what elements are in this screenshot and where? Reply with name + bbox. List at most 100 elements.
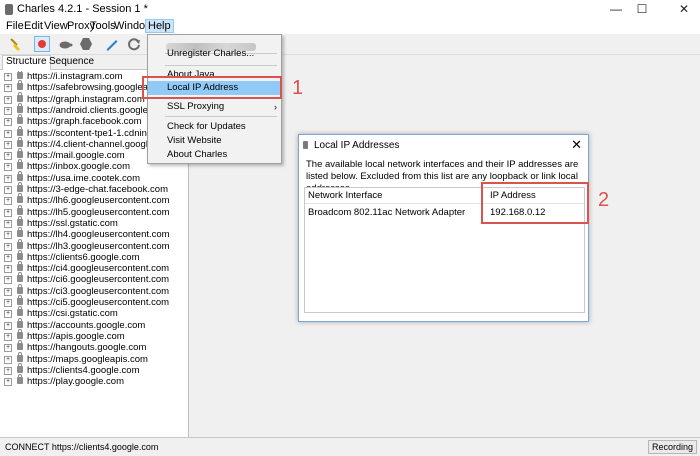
breakpoint-hexagon-icon[interactable]	[78, 36, 94, 52]
expand-plus-icon[interactable]: +	[4, 95, 12, 104]
host-label: https://ci6.googleusercontent.com	[27, 274, 170, 286]
expand-plus-icon[interactable]: +	[4, 321, 12, 330]
recording-indicator[interactable]: Recording	[647, 440, 697, 454]
host-label: https://scontent-tpe1-1.cdninstag	[27, 127, 165, 139]
expand-plus-icon[interactable]: +	[4, 332, 12, 341]
broom-icon[interactable]	[8, 36, 24, 52]
menu-item-about-charles[interactable]: About Charles	[148, 148, 281, 162]
host-label: https://lh3.googleusercontent.com	[27, 240, 170, 252]
menu-item-visit-website[interactable]: Visit Website	[148, 134, 281, 148]
host-row[interactable]: + https://accounts.google.com	[0, 317, 188, 331]
host-row[interactable]: + https://csi.gstatic.com	[0, 306, 188, 320]
record-icon[interactable]	[34, 36, 50, 52]
host-label: https://accounts.google.com	[27, 319, 146, 331]
expand-plus-icon[interactable]: +	[4, 163, 12, 172]
expand-plus-icon[interactable]: +	[4, 310, 12, 319]
host-label: https://i.instagram.com	[27, 71, 123, 82]
expand-plus-icon[interactable]: +	[4, 106, 12, 115]
host-row[interactable]: + https://3-edge-chat.facebook.com	[0, 182, 188, 195]
expand-plus-icon[interactable]: +	[4, 378, 12, 387]
toolbar	[0, 34, 700, 55]
host-label: https://4.client-channel.google.co	[27, 138, 166, 150]
menu-separator	[165, 116, 277, 117]
lock-icon	[17, 340, 23, 351]
host-row[interactable]: + https://ci3.googleusercontent.com	[0, 283, 188, 297]
host-label: https://graph.instagram.com	[27, 93, 145, 105]
window-title: Charles 4.2.1 - Session 1 *	[17, 3, 148, 15]
lock-icon	[17, 306, 23, 317]
host-row[interactable]: + https://lh4.googleusercontent.com	[0, 227, 188, 241]
expand-plus-icon[interactable]: +	[4, 287, 12, 296]
host-row[interactable]: + https://clients6.google.com	[0, 249, 188, 263]
host-row[interactable]: + https://ci6.googleusercontent.com	[0, 272, 188, 286]
expand-plus-icon[interactable]: +	[4, 73, 12, 81]
expand-plus-icon[interactable]: +	[4, 186, 12, 194]
tab-sequence[interactable]: Sequence	[46, 56, 97, 68]
menu-help[interactable]: Help	[145, 19, 174, 33]
tab-structure[interactable]: Structure	[2, 55, 51, 70]
lock-icon	[17, 91, 23, 102]
close-window-button[interactable]: ✕	[672, 0, 696, 19]
lock-icon	[17, 261, 23, 272]
expand-plus-icon[interactable]: +	[4, 84, 12, 93]
expand-plus-icon[interactable]: +	[4, 118, 12, 127]
expand-plus-icon[interactable]: +	[4, 231, 12, 240]
lock-icon	[17, 362, 23, 373]
lock-icon	[17, 193, 23, 204]
expand-plus-icon[interactable]: +	[4, 265, 12, 274]
submenu-arrow-icon: ›	[274, 102, 277, 112]
lock-icon	[17, 215, 23, 226]
expand-plus-icon[interactable]: +	[4, 253, 12, 262]
menu-item-label: Unregister Charles...	[167, 48, 255, 59]
lock-icon	[17, 80, 23, 91]
maximize-button[interactable]: ☐	[630, 0, 654, 19]
menu-item-unregister[interactable]: Unregister Charles...	[148, 47, 281, 61]
host-row[interactable]: + https://lh3.googleusercontent.com	[0, 238, 188, 252]
lock-icon	[17, 227, 23, 238]
host-label: https://csi.gstatic.com	[27, 308, 118, 320]
host-row[interactable]: + https://usa.ime.cootek.com	[0, 170, 188, 184]
lock-icon	[17, 136, 23, 147]
host-label: https://lh4.googleusercontent.com	[27, 229, 170, 241]
expand-plus-icon[interactable]: +	[4, 355, 12, 364]
expand-plus-icon[interactable]: +	[4, 197, 12, 206]
lock-icon	[17, 283, 23, 294]
menu-item-ssl-proxying[interactable]: SSL Proxying ›	[148, 100, 281, 114]
annotation-box-menu	[142, 76, 282, 99]
host-row[interactable]: + https://lh6.googleusercontent.com	[0, 193, 188, 206]
host-row[interactable]: + https://ci5.googleusercontent.com	[0, 295, 188, 308]
expand-plus-icon[interactable]: +	[4, 299, 12, 307]
lock-icon	[17, 71, 23, 79]
expand-plus-icon[interactable]: +	[4, 208, 12, 217]
expand-plus-icon[interactable]: +	[4, 152, 12, 161]
expand-plus-icon[interactable]: +	[4, 276, 12, 285]
menu-item-check-updates[interactable]: Check for Updates	[148, 120, 281, 134]
minimize-button[interactable]: —	[604, 0, 628, 19]
lock-icon	[17, 238, 23, 249]
lock-icon	[17, 102, 23, 113]
expand-plus-icon[interactable]: +	[4, 219, 12, 228]
host-row[interactable]: + https://ssl.gstatic.com	[0, 215, 188, 229]
host-label: https://lh5.googleusercontent.com	[27, 206, 170, 218]
host-row[interactable]: + https://play.google.com	[0, 374, 188, 387]
column-header-interface[interactable]: Network Interface	[308, 190, 382, 201]
expand-plus-icon[interactable]: +	[4, 344, 12, 353]
expand-plus-icon[interactable]: +	[4, 129, 12, 138]
cell-interface[interactable]: Broadcom 802.11ac Network Adapter	[308, 207, 465, 218]
compose-pen-icon[interactable]	[104, 36, 120, 52]
expand-plus-icon[interactable]: +	[4, 174, 12, 183]
host-row[interactable]: + https://ci4.googleusercontent.com	[0, 261, 188, 274]
refresh-icon[interactable]	[126, 36, 142, 52]
dialog-close-icon[interactable]: ✕	[571, 137, 582, 153]
lock-icon	[17, 125, 23, 136]
host-row[interactable]: + https://apis.google.com	[0, 328, 188, 342]
host-row[interactable]: + https://lh5.googleusercontent.com	[0, 204, 188, 218]
throttle-turtle-icon[interactable]	[57, 36, 73, 52]
host-row[interactable]: + https://clients4.google.com	[0, 362, 188, 376]
expand-plus-icon[interactable]: +	[4, 140, 12, 149]
host-row[interactable]: + https://hangouts.google.com	[0, 340, 188, 353]
expand-plus-icon[interactable]: +	[4, 242, 12, 251]
expand-plus-icon[interactable]: +	[4, 366, 12, 375]
host-label: https://clients4.google.com	[27, 364, 140, 376]
host-row[interactable]: + https://maps.googleapis.com	[0, 351, 188, 365]
